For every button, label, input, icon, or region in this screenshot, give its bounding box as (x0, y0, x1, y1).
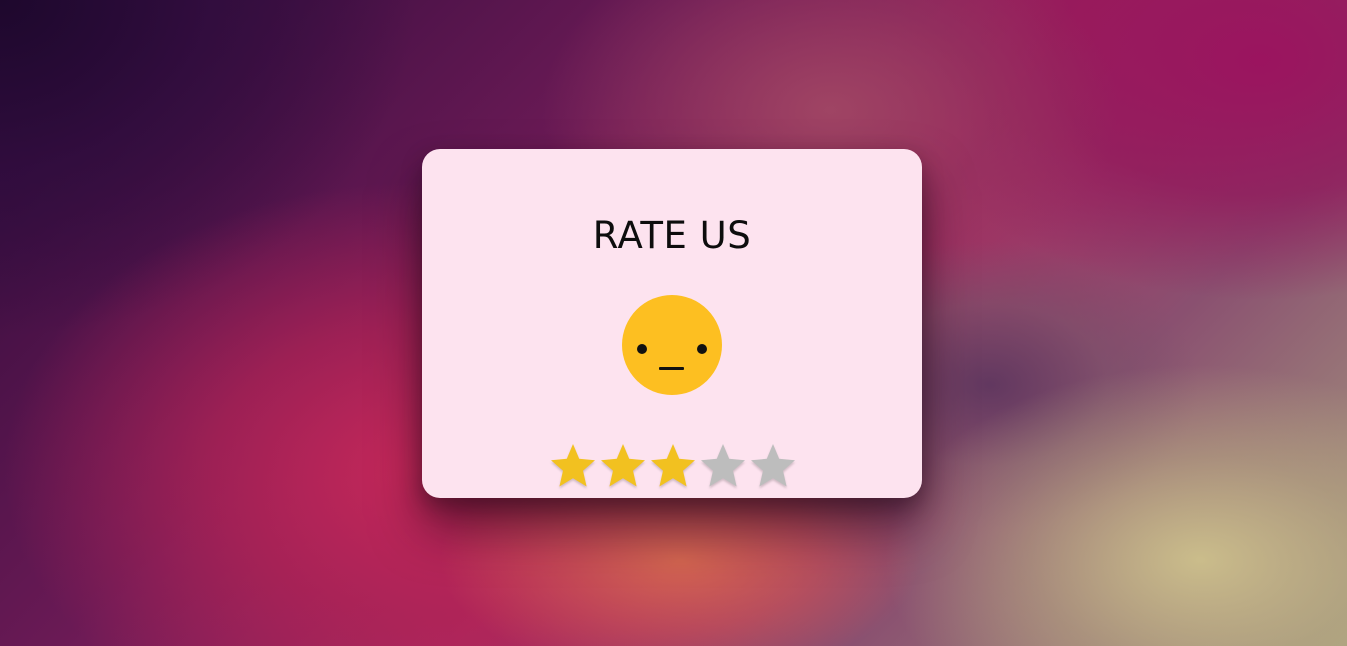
star-icon-2[interactable] (598, 442, 648, 490)
star-icon (601, 444, 645, 487)
star-icon-3[interactable] (648, 442, 698, 490)
neutral-face-icon (622, 295, 722, 395)
rating-card: RATE US (422, 149, 922, 498)
star-icon-5[interactable] (748, 442, 798, 490)
star-icon (751, 444, 795, 487)
card-title: RATE US (592, 214, 752, 257)
star-icon (701, 444, 745, 487)
star-icon-4[interactable] (698, 442, 748, 490)
star-icon (551, 444, 595, 487)
star-rating (548, 442, 798, 490)
mouth (659, 367, 684, 370)
star-icon (651, 444, 695, 487)
star-icon-1[interactable] (548, 442, 598, 490)
left-eye (637, 344, 647, 354)
right-eye (697, 344, 707, 354)
